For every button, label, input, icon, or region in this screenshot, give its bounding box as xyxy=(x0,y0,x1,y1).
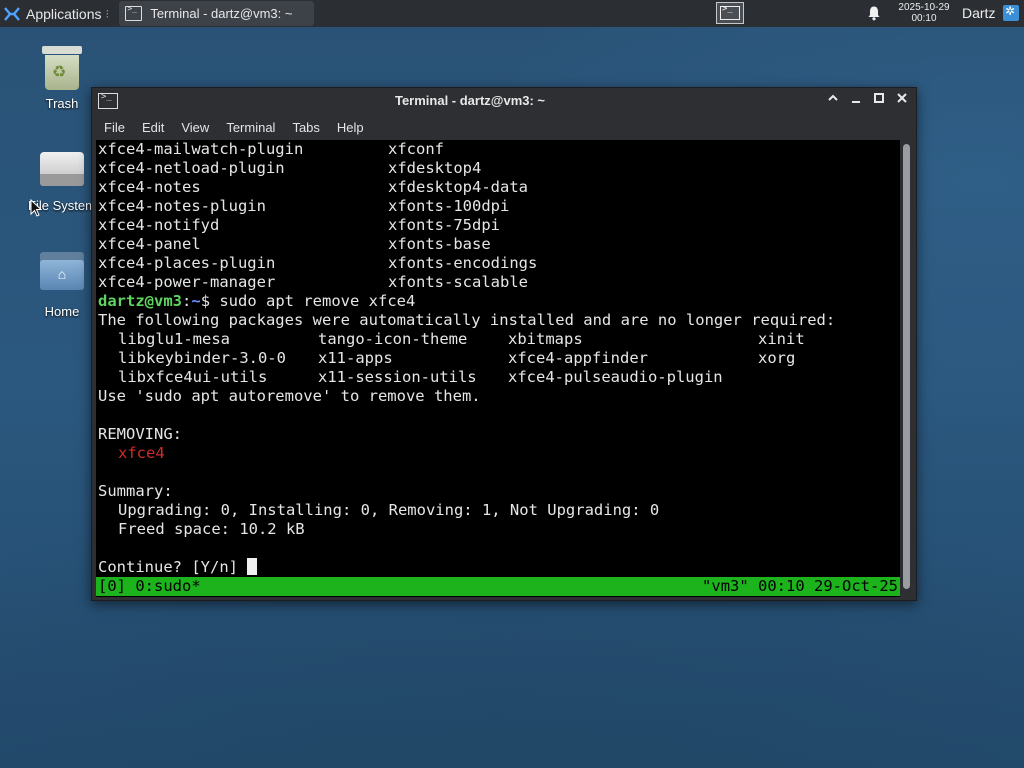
terminal-window[interactable]: Terminal - dartz@vm3: ~ File Edit View T… xyxy=(91,87,917,601)
tmux-status-bar: [0] 0:sudo* "vm3" 00:10 29-Oct-25 xyxy=(96,577,900,596)
desktop-icon-label: Home xyxy=(44,304,80,319)
terminal-line: REMOVING: xyxy=(98,425,182,443)
close-button[interactable] xyxy=(892,91,912,111)
terminal-line: xfce4-notes xyxy=(98,178,201,196)
clock-date: 2025-10-29 xyxy=(898,2,950,13)
terminal-line: xfonts-75dpi xyxy=(388,216,500,234)
prompt-separator: : xyxy=(182,292,192,310)
terminal-line: x11-apps xyxy=(318,349,393,367)
terminal-line: Summary: xyxy=(98,482,173,500)
terminal-line: libglu1-mesa xyxy=(118,330,230,348)
menu-file[interactable]: File xyxy=(104,120,125,135)
removing-package: xfce4 xyxy=(118,444,165,462)
terminal-line: xorg xyxy=(758,349,796,367)
applications-menu-button[interactable]: Applications ⁝ xyxy=(0,0,113,27)
menu-view[interactable]: View xyxy=(181,120,209,135)
continue-prompt-line[interactable]: Continue? [Y/n] xyxy=(98,558,258,577)
close-icon xyxy=(897,93,907,103)
terminal-line: libkeybinder-3.0-0 xyxy=(118,349,286,367)
tmux-status-right: "vm3" 00:10 29-Oct-25 xyxy=(702,577,898,595)
window-title: Terminal - dartz@vm3: ~ xyxy=(394,93,546,108)
menu-tabs[interactable]: Tabs xyxy=(292,120,319,135)
user-menu-icon[interactable] xyxy=(1003,4,1019,21)
terminal-line: tango-icon-theme xyxy=(318,330,468,348)
clock[interactable]: 2025-10-29 00:10 xyxy=(890,2,958,24)
terminal-line: xfonts-100dpi xyxy=(388,197,510,215)
terminal-line: Freed space: 10.2 kB xyxy=(118,520,305,538)
hard-drive-icon xyxy=(40,152,84,186)
terminal-line: xfonts-encodings xyxy=(388,254,538,272)
shell-prompt-line: dartz@vm3:~$ sudo apt remove xfce4 xyxy=(98,292,415,311)
applications-label: Applications xyxy=(26,5,102,22)
desktop-icon-trash[interactable]: ♻ Trash xyxy=(22,46,102,111)
roll-up-button[interactable] xyxy=(823,91,843,111)
maximize-icon xyxy=(874,93,884,103)
terminal-line: xfonts-scalable xyxy=(388,273,528,291)
panel-separator: ⁝ xyxy=(105,6,110,21)
terminal-line: xfce4-notifyd xyxy=(98,216,220,234)
terminal-line: xfce4-mailwatch-plugin xyxy=(98,140,304,158)
terminal-icon xyxy=(125,4,143,21)
terminal-line: xfce4-notes-plugin xyxy=(98,197,266,215)
terminal-line: xfce4-appfinder xyxy=(508,349,648,367)
terminal-line: Use 'sudo apt autoremove' to remove them… xyxy=(98,387,481,405)
menu-edit[interactable]: Edit xyxy=(142,120,164,135)
prompt-user-host: dartz@vm3 xyxy=(98,292,182,310)
continue-prompt: Continue? [Y/n] xyxy=(98,558,248,576)
terminal-line: Upgrading: 0, Installing: 0, Removing: 1… xyxy=(118,501,660,519)
terminal-line: xfonts-base xyxy=(388,235,491,253)
terminal-line: xbitmaps xyxy=(508,330,583,348)
prompt-command: $ sudo apt remove xfce4 xyxy=(200,292,416,310)
trash-icon: ♻ xyxy=(42,46,82,90)
taskbar-terminal-title: Terminal - dartz@vm3: ~ xyxy=(150,6,293,21)
chevron-up-icon xyxy=(828,94,838,101)
tray-terminal-button[interactable] xyxy=(716,2,744,24)
terminal-line: x11-session-utils xyxy=(318,368,477,386)
mouse-pointer-icon xyxy=(30,199,42,217)
taskbar-terminal-button[interactable]: Terminal - dartz@vm3: ~ xyxy=(119,1,315,26)
terminal-line: xfdesktop4 xyxy=(388,159,482,177)
minimize-button[interactable] xyxy=(846,91,866,111)
window-titlebar[interactable]: Terminal - dartz@vm3: ~ xyxy=(92,88,916,114)
minimize-icon xyxy=(852,101,860,103)
terminal-scrollbar[interactable] xyxy=(901,140,913,597)
terminal-line: xfce4-places-plugin xyxy=(98,254,276,272)
terminal-line: xfdesktop4-data xyxy=(388,178,528,196)
scrollbar-thumb[interactable] xyxy=(903,144,910,589)
terminal-line: xinit xyxy=(758,330,805,348)
terminal-icon xyxy=(720,4,740,20)
terminal-line: xfce4-netload-plugin xyxy=(98,159,285,177)
desktop-icon-home[interactable]: ⌂ Home xyxy=(22,252,102,319)
desktop-icon-label: Trash xyxy=(45,96,79,111)
tmux-window-list: [0] 0:sudo* xyxy=(98,577,201,595)
terminal-output[interactable]: xfce4-mailwatch-plugin xfconf xfce4-netl… xyxy=(96,140,900,597)
notification-bell-icon[interactable] xyxy=(866,5,882,21)
terminal-line: libxfce4ui-utils xyxy=(118,368,268,386)
top-panel: Applications ⁝ Terminal - dartz@vm3: ~ 2… xyxy=(0,0,1024,27)
clock-time: 00:10 xyxy=(911,13,937,24)
terminal-line: xfce4-panel xyxy=(98,235,201,253)
text-cursor xyxy=(247,558,258,575)
home-folder-icon: ⌂ xyxy=(40,252,84,290)
user-name[interactable]: Dartz xyxy=(962,5,995,21)
menu-help[interactable]: Help xyxy=(337,120,364,135)
maximize-button[interactable] xyxy=(869,91,889,111)
terminal-line: The following packages were automaticall… xyxy=(98,311,836,329)
terminal-line: xfconf xyxy=(388,140,444,158)
terminal-line: xfce4-pulseaudio-plugin xyxy=(508,368,723,386)
xfce-logo-icon xyxy=(4,6,20,21)
menu-terminal[interactable]: Terminal xyxy=(226,120,275,135)
prompt-path: ~ xyxy=(191,292,201,310)
terminal-line: xfce4-power-manager xyxy=(98,273,276,291)
menu-bar: File Edit View Terminal Tabs Help xyxy=(92,116,916,138)
